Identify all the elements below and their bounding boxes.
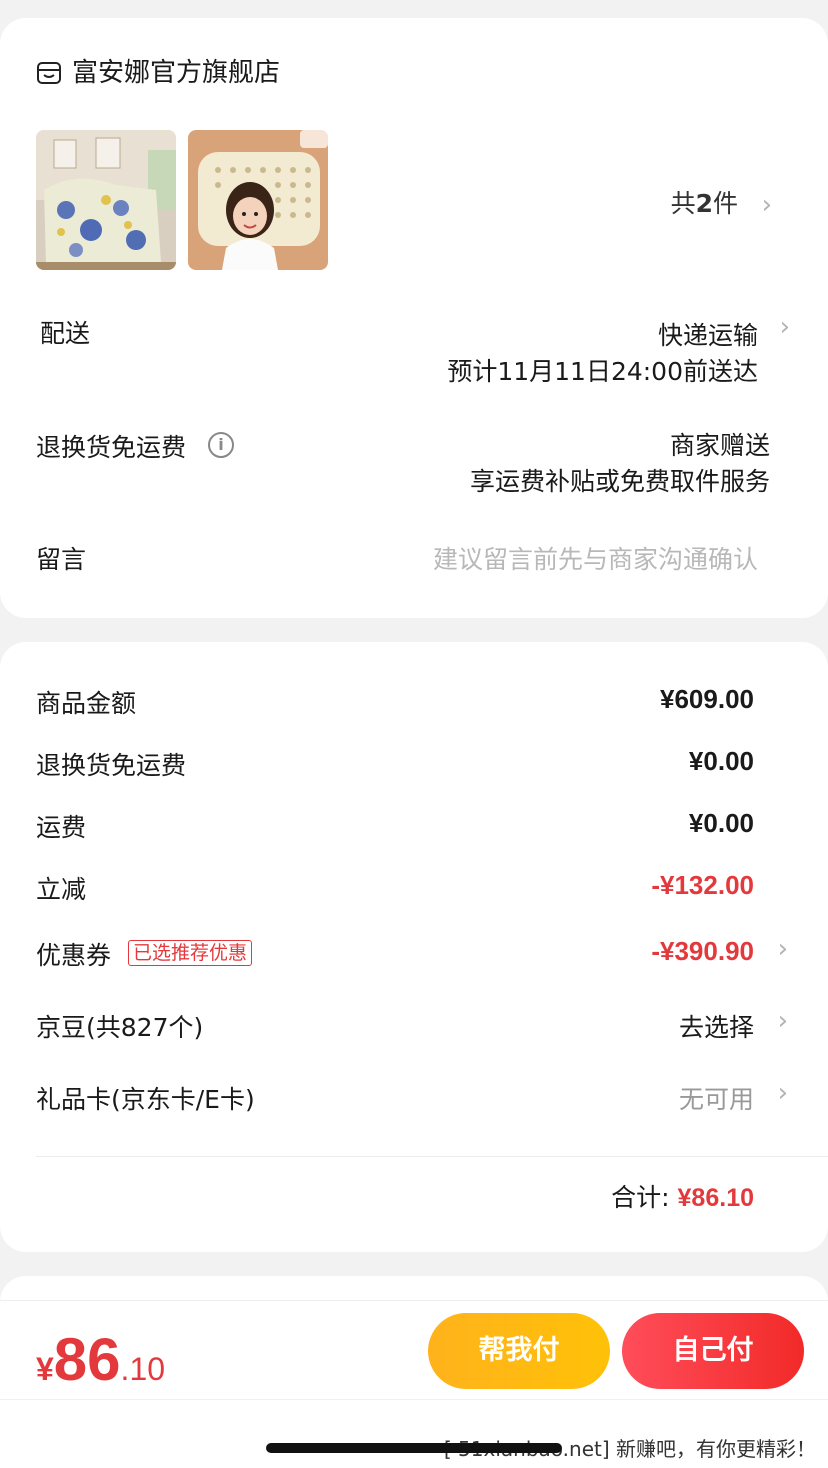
giftcard-label: 礼品卡(京东卡/E卡) [36,1085,255,1114]
return-shipping-desc: 享运费补贴或免费取件服务 [469,467,770,496]
delivery-label: 配送 [40,319,91,348]
store-icon [36,60,62,86]
giftcard-value[interactable]: 无可用 [679,1080,754,1116]
chevron-right-icon[interactable]: › [778,1078,788,1108]
return-shipping-value: 商家赠送 [669,431,770,460]
message-input[interactable]: 建议留言前先与商家沟通确认 [433,540,758,576]
self-pay-button[interactable]: 自己付 [622,1313,804,1389]
divider [0,1399,828,1400]
item-count[interactable]: 共2件 [671,184,738,220]
bottom-pay-bar: ¥86.10 帮我付 自己付 [ 51xianbao.net] 新赚吧，有你更精… [0,1300,828,1468]
total-row: 合计: ¥86.10 [611,1178,754,1214]
return-fee-value: ¥0.00 [688,746,754,776]
message-label: 留言 [36,545,87,574]
product-thumbnail-blanket[interactable] [36,130,176,270]
goods-amount-label: 商品金额 [36,689,137,718]
home-indicator[interactable] [266,1443,562,1453]
currency-symbol: ¥ [36,1351,54,1387]
shipping-label: 运费 [36,813,87,842]
return-fee-label: 退换货免运费 [36,751,187,780]
return-shipping-label: 退换货免运费 [36,433,187,462]
delivery-eta: 预计11月11日24:00前送达 [447,357,758,386]
coupon-value[interactable]: -¥390.90 [651,936,754,967]
info-icon[interactable]: i [208,432,234,458]
chevron-right-icon[interactable]: › [778,934,788,964]
coupon-tag: 已选推荐优惠 [128,940,253,966]
item-count-prefix: 共 [670,189,696,218]
jingdou-label: 京豆(共827个) [36,1013,204,1042]
amount-decimal: .10 [120,1351,166,1387]
help-pay-button[interactable]: 帮我付 [428,1313,610,1389]
amount-integer: 86 [53,1326,121,1393]
coupon-label: 优惠券 [36,941,112,970]
discount-value: -¥132.00 [651,870,754,900]
discount-label: 立减 [36,875,87,904]
price-summary-card: 商品金额 ¥609.00 退换货免运费 ¥0.00 运费 ¥0.00 立减 -¥… [0,642,828,1252]
store-name[interactable]: 富安娜官方旗舰店 [72,56,280,90]
pay-amount: ¥86.10 [36,1325,165,1394]
shipping-value: ¥0.00 [688,808,754,838]
goods-amount-value: ¥609.00 [660,684,754,714]
chevron-right-icon[interactable]: › [780,312,790,342]
chevron-right-icon[interactable]: › [762,190,772,220]
total-label: 合计: [611,1183,670,1212]
chevron-right-icon[interactable]: › [778,1006,788,1036]
divider [36,1156,828,1157]
item-count-suffix: 件 [712,189,738,218]
item-count-number: 2 [695,189,713,218]
delivery-method[interactable]: 快递运输 [658,316,758,352]
jingdou-select[interactable]: 去选择 [679,1008,754,1044]
total-value: ¥86.10 [677,1184,754,1212]
product-thumbnail-pillow[interactable] [188,130,328,270]
order-items-card: 富安娜官方旗舰店 共2件 › 配送 快递运输 › 预计11月11日24:00前送… [0,18,828,618]
